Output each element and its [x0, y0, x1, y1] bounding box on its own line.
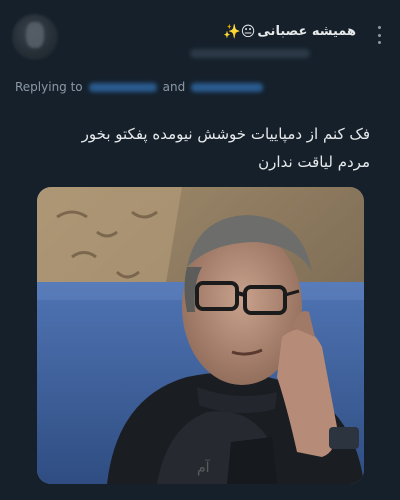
tweet-text-line: مردم لیاقت ندارن [258, 153, 370, 171]
replying-to-line: Replying to and [15, 80, 264, 94]
replying-and-label: and [162, 80, 186, 94]
name-emojis: 😐✨ [223, 23, 256, 40]
author-handle-redacted [190, 49, 310, 58]
author-display-name[interactable]: همیشه عصبانی [257, 24, 356, 39]
author-name-row[interactable]: همیشه عصبانی 😐✨ [223, 24, 356, 39]
tweet: همیشه عصبانی 😐✨ Replying to and فک کنم ا… [0, 0, 400, 500]
avatar[interactable] [12, 14, 58, 60]
mention-redacted-1[interactable] [88, 82, 157, 92]
tweet-text: فک کنم از دمپاییات خوشش نیومده پفکتو بخو… [20, 120, 370, 176]
avatar-face [26, 22, 44, 48]
media-photo: آم [37, 187, 364, 484]
mention-redacted-2[interactable] [191, 82, 264, 92]
tweet-media-image[interactable]: آم [37, 187, 364, 484]
more-vertical-icon[interactable] [376, 26, 382, 44]
tweet-header: همیشه عصبانی 😐✨ [0, 12, 400, 72]
replying-to-label: Replying to [15, 80, 83, 94]
tweet-text-line: فک کنم از دمپاییات خوشش نیومده پفکتو بخو… [81, 125, 370, 143]
svg-text:آم: آم [197, 459, 211, 476]
